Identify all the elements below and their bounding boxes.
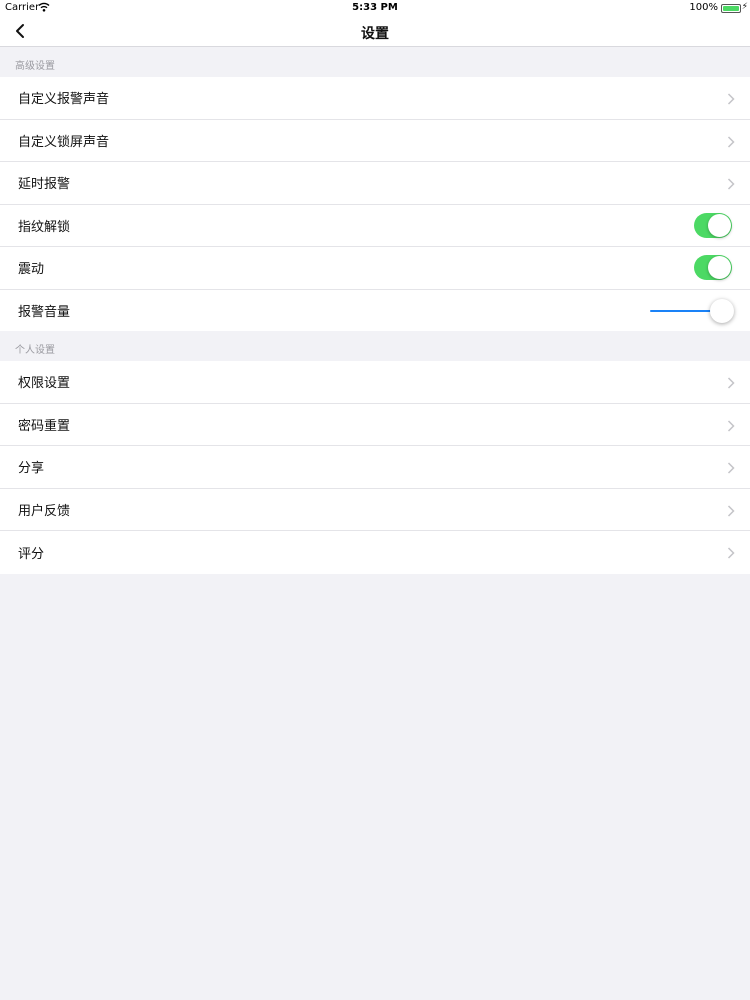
row-fingerprint-unlock: 指纹解锁 [0, 205, 750, 247]
chevron-right-icon [726, 91, 736, 105]
chevron-right-icon [726, 460, 736, 474]
toggle-knob [708, 256, 731, 279]
chevron-right-icon [726, 418, 736, 432]
chevron-right-icon [726, 503, 736, 517]
row-label: 延时报警 [18, 177, 71, 193]
status-bar: Carrier 5:33 PM 100% ⚡ [0, 0, 750, 16]
settings-group-personal: 权限设置 密码重置 分享 用户反馈 评分 [0, 361, 750, 574]
page-title: 设置 [361, 26, 389, 42]
row-label: 用户反馈 [18, 503, 71, 519]
row-label: 自定义报警声音 [18, 92, 110, 108]
row-label: 权限设置 [18, 376, 71, 392]
row-rating[interactable]: 评分 [0, 531, 750, 574]
chevron-right-icon [726, 545, 736, 559]
section-header-personal: 个人设置 [0, 331, 750, 361]
row-vibration: 震动 [0, 247, 750, 290]
settings-screen: Carrier 5:33 PM 100% ⚡ 设置 高级设置 自定义报警声音 自… [0, 0, 750, 1000]
row-label: 密码重置 [18, 418, 71, 434]
row-custom-alarm-sound[interactable]: 自定义报警声音 [0, 77, 750, 120]
row-label: 自定义锁屏声音 [18, 134, 110, 150]
chevron-right-icon [726, 134, 736, 148]
chevron-right-icon [726, 176, 736, 190]
toggle-knob [708, 213, 731, 237]
battery-icon [721, 4, 741, 13]
alarm-volume-slider[interactable] [650, 298, 734, 323]
row-custom-lockscreen-sound[interactable]: 自定义锁屏声音 [0, 120, 750, 162]
charging-icon: ⚡ [741, 2, 748, 12]
navigation-bar: 设置 [0, 16, 750, 47]
row-permission-settings[interactable]: 权限设置 [0, 361, 750, 404]
row-label: 评分 [18, 546, 45, 562]
row-label: 分享 [18, 461, 45, 477]
row-label: 指纹解锁 [18, 219, 71, 235]
row-password-reset[interactable]: 密码重置 [0, 404, 750, 446]
chevron-right-icon [726, 375, 736, 389]
settings-group-advanced: 自定义报警声音 自定义锁屏声音 延时报警 指纹解锁 震动 报警音量 [0, 77, 750, 332]
section-header-advanced: 高级设置 [0, 47, 750, 77]
row-label: 震动 [18, 262, 45, 278]
row-label: 报警音量 [18, 305, 71, 321]
fingerprint-unlock-toggle[interactable] [694, 212, 732, 238]
row-share[interactable]: 分享 [0, 446, 750, 489]
status-time: 5:33 PM [352, 2, 398, 13]
row-alarm-volume: 报警音量 [0, 290, 750, 333]
vibration-toggle[interactable] [694, 255, 732, 280]
row-user-feedback[interactable]: 用户反馈 [0, 489, 750, 531]
battery-percentage: 100% [689, 2, 718, 13]
slider-thumb[interactable] [710, 298, 734, 323]
row-delayed-alarm[interactable]: 延时报警 [0, 162, 750, 205]
